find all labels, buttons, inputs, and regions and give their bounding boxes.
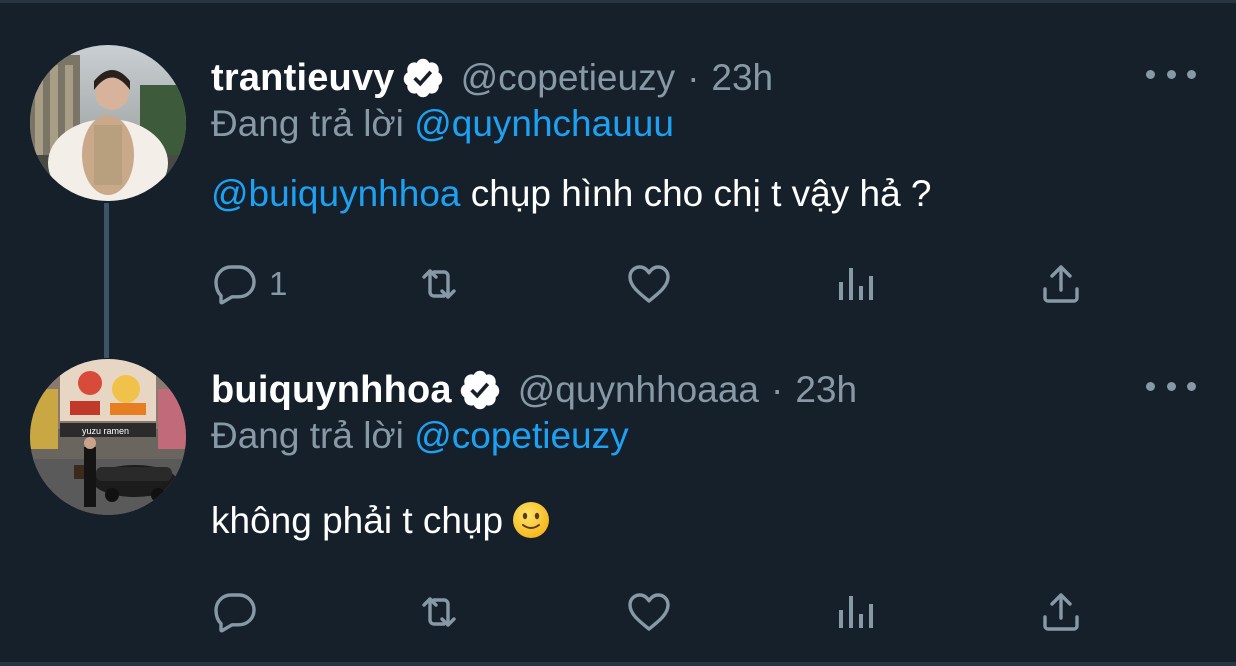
reply-button[interactable]: 1 xyxy=(211,259,287,309)
share-button[interactable] xyxy=(1037,587,1085,637)
tweet[interactable]: trantieuvy @copetieuzy · 23h Đang trả lờ… xyxy=(0,3,1236,333)
display-name[interactable]: trantieuvy xyxy=(211,57,395,100)
more-icon[interactable] xyxy=(1146,59,1196,89)
separator-dot: · xyxy=(771,369,784,410)
tweet-text: @buiquynhhoa chụp hình cho chị t vậy hả … xyxy=(211,173,932,215)
display-name[interactable]: buiquynhhoa xyxy=(211,369,452,412)
tweet[interactable]: yuzu ramen buiquynhhoa @quynhhoaaa · 23h… xyxy=(0,315,1236,666)
share-icon xyxy=(1043,265,1079,303)
share-icon xyxy=(1043,593,1079,631)
retweet-button[interactable] xyxy=(415,587,463,637)
avatar-image-buiquynhhoa: yuzu ramen xyxy=(30,359,186,515)
handle[interactable]: @quynhhoaaa xyxy=(518,369,759,411)
timestamp[interactable]: 23h xyxy=(795,369,857,411)
reply-icon xyxy=(214,265,256,305)
timeline-frame: trantieuvy @copetieuzy · 23h Đang trả lờ… xyxy=(0,0,1236,666)
stats-button[interactable] xyxy=(831,259,879,309)
avatar[interactable] xyxy=(30,45,186,201)
handle[interactable]: @copetieuzy xyxy=(461,57,675,99)
stats-icon xyxy=(839,596,873,628)
verified-icon xyxy=(458,368,502,412)
body-text: chụp hình cho chị t vậy hả ? xyxy=(460,173,932,214)
like-button[interactable] xyxy=(625,587,673,637)
reply-count: 1 xyxy=(269,265,288,302)
like-icon xyxy=(628,265,670,303)
more-icon[interactable] xyxy=(1146,371,1196,401)
replying-to-line: Đang trả lời @copetieuzy xyxy=(211,415,629,457)
tweet-header: trantieuvy @copetieuzy · 23h xyxy=(211,53,773,103)
replying-to-label: Đang trả lời xyxy=(211,103,404,144)
avatar-image-trantieuvy xyxy=(30,45,186,201)
tweet-actions: 1 xyxy=(211,259,1111,309)
replying-to-label: Đang trả lời xyxy=(211,415,404,456)
reply-icon xyxy=(214,593,256,633)
like-button[interactable] xyxy=(625,259,673,309)
tweet-text: không phải t chụp xyxy=(211,500,551,542)
tweet-actions xyxy=(211,587,1111,637)
stats-icon xyxy=(839,268,873,300)
svg-text:yuzu ramen: yuzu ramen xyxy=(82,426,129,436)
retweet-button[interactable] xyxy=(415,259,463,309)
share-button[interactable] xyxy=(1037,259,1085,309)
timestamp[interactable]: 23h xyxy=(711,57,773,99)
replying-to-mention[interactable]: @quynhchauuu xyxy=(414,103,674,144)
stats-button[interactable] xyxy=(831,587,879,637)
tweet-header: buiquynhhoa @quynhhoaaa · 23h xyxy=(211,365,857,415)
avatar[interactable]: yuzu ramen xyxy=(30,359,186,515)
retweet-icon xyxy=(422,597,456,627)
retweet-icon xyxy=(422,269,456,299)
verified-icon xyxy=(401,56,445,100)
slightly-smiling-face-emoji xyxy=(513,502,550,539)
body-text: không phải t chụp xyxy=(211,500,504,541)
reply-button[interactable] xyxy=(211,587,259,637)
replying-to-line: Đang trả lời @quynhchauuu xyxy=(211,103,674,145)
body-mention[interactable]: @buiquynhhoa xyxy=(211,173,460,214)
like-icon xyxy=(628,593,670,631)
replying-to-mention[interactable]: @copetieuzy xyxy=(414,415,628,456)
separator-dot: · xyxy=(687,57,700,98)
